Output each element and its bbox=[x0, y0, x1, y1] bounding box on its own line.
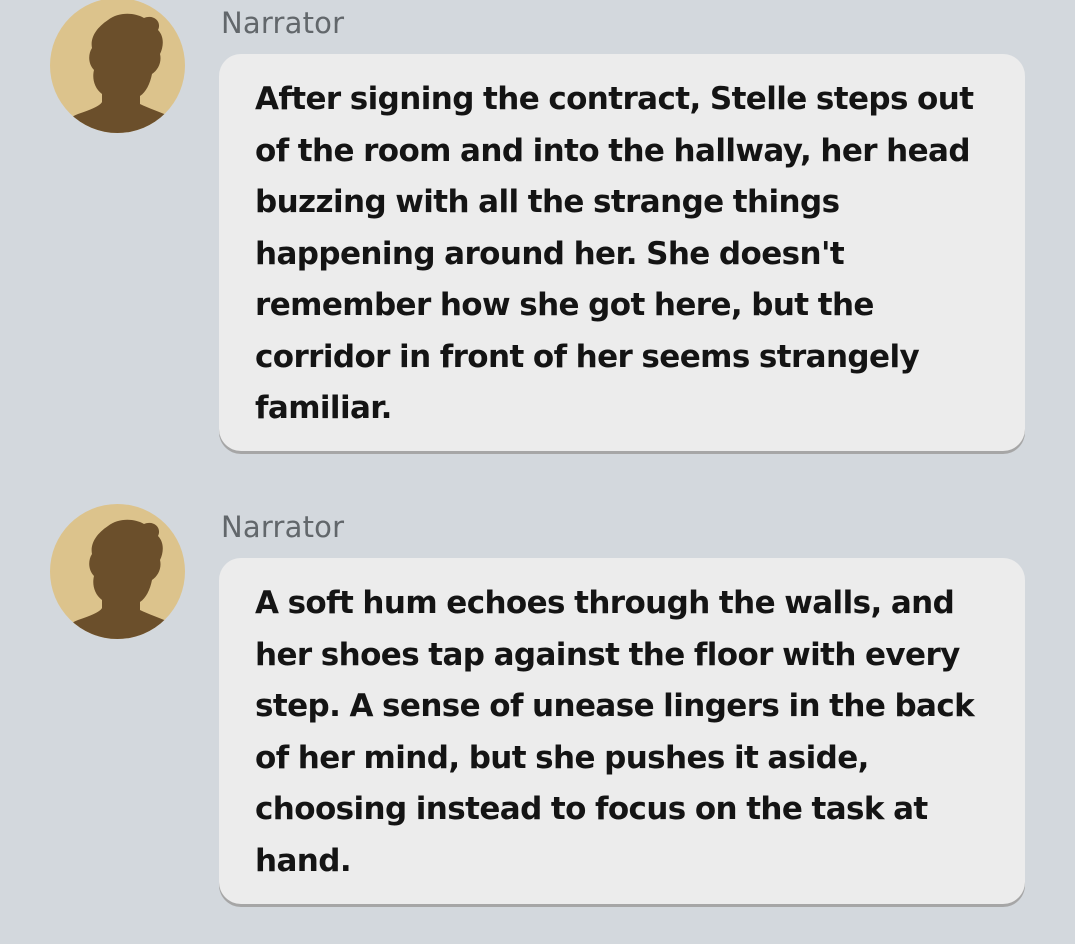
message-bubble: After signing the contract, Stelle steps… bbox=[219, 54, 1025, 451]
narrator-silhouette-icon bbox=[58, 13, 182, 133]
avatar[interactable] bbox=[50, 504, 185, 639]
avatar[interactable] bbox=[50, 0, 185, 133]
message-bubble: A soft hum echoes through the walls, and… bbox=[219, 558, 1025, 904]
sender-name: Narrator bbox=[221, 6, 345, 40]
narrator-silhouette-icon bbox=[58, 519, 182, 639]
message-text: After signing the contract, Stelle steps… bbox=[255, 81, 974, 426]
sender-name: Narrator bbox=[221, 510, 345, 544]
message-text: A soft hum echoes through the walls, and… bbox=[255, 585, 975, 879]
